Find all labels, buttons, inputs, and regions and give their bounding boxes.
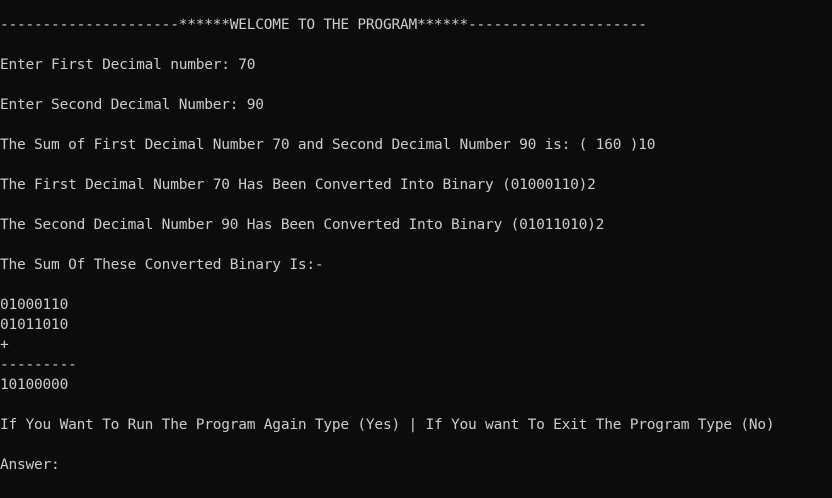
binary-operand-1: 01000110: [0, 297, 69, 313]
plus-sign: +: [0, 337, 9, 353]
decimal-sum-output: The Sum of First Decimal Number 70 and S…: [0, 137, 656, 153]
binary-sum-result: 10100000: [0, 377, 69, 393]
binary-sum-heading: The Sum Of These Converted Binary Is:-: [0, 257, 324, 273]
first-binary-output: The First Decimal Number 70 Has Been Con…: [0, 177, 596, 193]
console-window[interactable]: ---------------------******WELCOME TO TH…: [0, 0, 832, 498]
answer-prompt[interactable]: Answer:: [0, 455, 60, 475]
second-number-prompt: Enter Second Decimal Number: 90: [0, 97, 264, 113]
welcome-banner: ---------------------******WELCOME TO TH…: [0, 17, 647, 33]
rerun-prompt: If You Want To Run The Program Again Typ…: [0, 417, 775, 433]
first-number-prompt: Enter First Decimal number: 70: [0, 57, 256, 73]
sum-separator: ---------: [0, 357, 77, 373]
binary-operand-2: 01011010: [0, 317, 69, 333]
second-binary-output: The Second Decimal Number 90 Has Been Co…: [0, 217, 605, 233]
